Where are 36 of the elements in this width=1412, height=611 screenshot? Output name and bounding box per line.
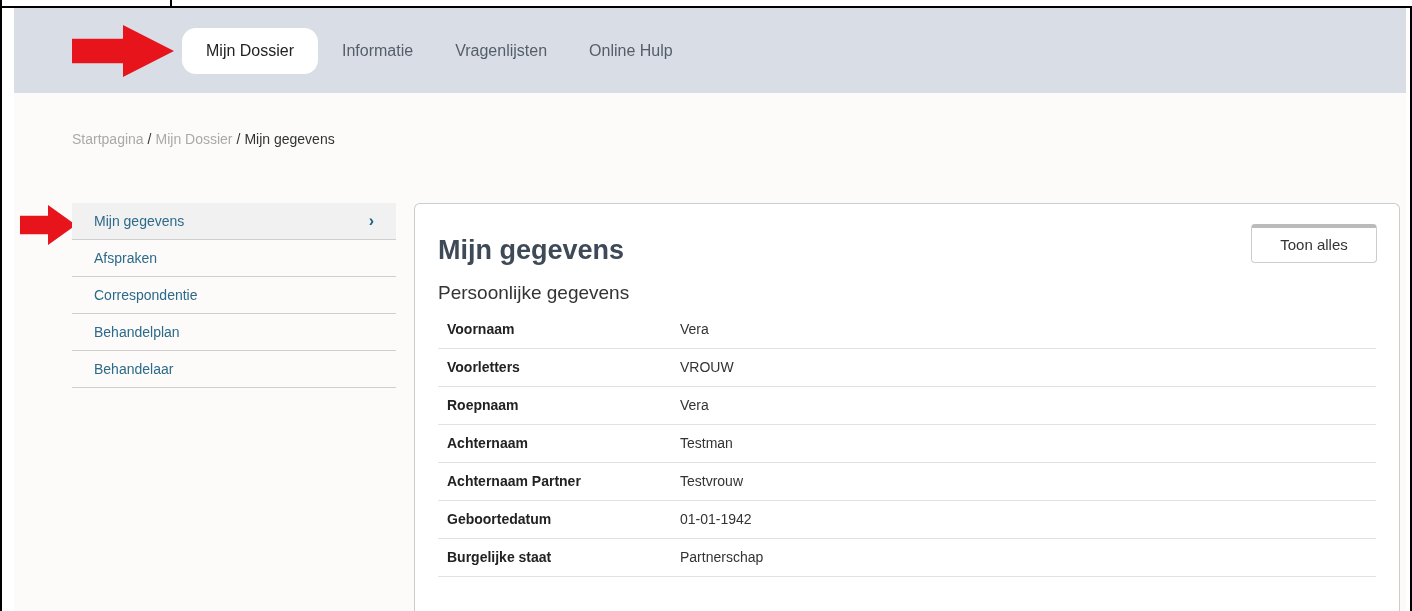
field-label: Voornaam <box>447 320 516 339</box>
field-value: Partnerschap <box>680 548 764 567</box>
sidebar-item-label: Behandelaar <box>94 359 174 379</box>
nav-tab[interactable]: Mijn Dossier <box>182 27 318 74</box>
field-value: VROUW <box>680 358 734 377</box>
breadcrumb-current: Mijn gegevens <box>244 131 335 147</box>
show-all-button[interactable]: Toon alles <box>1251 224 1377 263</box>
sidebar-item[interactable]: Behandelaar <box>72 351 396 388</box>
breadcrumb-separator: / <box>235 131 242 147</box>
pointing-arrow-icon <box>72 24 174 77</box>
field-value: Testvrouw <box>680 472 744 491</box>
chevron-icon: › <box>368 209 374 233</box>
panel-title: Mijn gegevens <box>438 234 625 267</box>
field-value: Vera <box>680 396 709 415</box>
breadcrumb-separator: / <box>146 131 153 147</box>
field-label: Roepnaam <box>447 396 520 415</box>
sidebar-item-label: Behandelplan <box>94 322 180 342</box>
sidebar-item[interactable]: Correspondentie <box>72 277 396 314</box>
sidebar-item-label: Afspraken <box>94 248 158 268</box>
field-value: Testman <box>680 434 733 453</box>
sidebar-item-label: Correspondentie <box>94 285 198 305</box>
nav-tab[interactable]: Informatie <box>324 27 432 74</box>
section-heading: Persoonlijke gegevens <box>438 280 631 305</box>
field-label: Achternaam <box>447 434 529 453</box>
sidebar-item[interactable]: Afspraken <box>72 240 396 277</box>
nav-tab[interactable]: Vragenlijsten <box>437 27 566 74</box>
field-value: 01-01-1942 <box>680 510 752 529</box>
field-value: Vera <box>680 320 709 339</box>
sidebar-item[interactable]: Behandelplan <box>72 314 396 351</box>
nav-tab[interactable]: Online Hulp <box>571 27 691 74</box>
field-label: Achternaam Partner <box>447 472 582 491</box>
field-label: Geboortedatum <box>447 510 553 529</box>
sidebar-item-label: Mijn gegevens <box>94 211 185 231</box>
field-label: Voorletters <box>447 358 521 377</box>
field-label: Burgelijke staat <box>447 548 553 567</box>
sidebar-item[interactable]: Mijn gegevens › <box>72 203 396 240</box>
